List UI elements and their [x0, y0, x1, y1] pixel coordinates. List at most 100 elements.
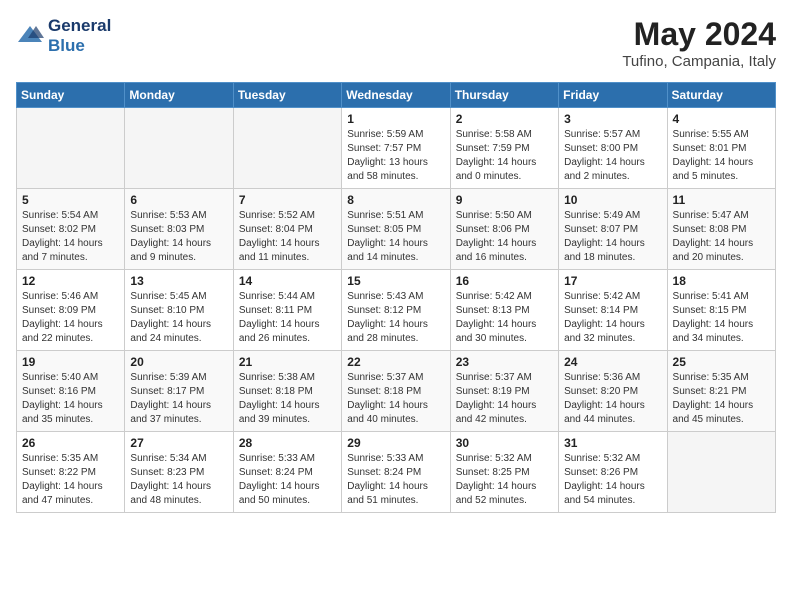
- day-number: 15: [347, 274, 444, 288]
- calendar-cell: 27 Sunrise: 5:34 AM Sunset: 8:23 PM Dayli…: [125, 432, 233, 513]
- day-info: Sunrise: 5:54 AM Sunset: 8:02 PM Dayligh…: [22, 209, 119, 265]
- day-info: Sunrise: 5:37 AM Sunset: 8:19 PM Dayligh…: [456, 371, 553, 427]
- week-row: 12Sunrise: 5:46 AM Sunset: 8:09 PM Dayli…: [17, 270, 776, 351]
- day-number: 27: [130, 436, 227, 450]
- calendar-cell: 26 Sunrise: 5:35 AM Sunset: 8:22 PM Dayli…: [17, 432, 125, 513]
- day-number: 12: [22, 274, 119, 288]
- calendar-cell: 23 Sunrise: 5:37 AM Sunset: 8:19 PM Dayli…: [450, 351, 558, 432]
- day-number: 5: [22, 193, 119, 207]
- calendar-cell: [125, 108, 233, 189]
- calendar-cell: 15 Sunrise: 5:43 AM Sunset: 8:12 PM Dayli…: [342, 270, 450, 351]
- day-number: 7: [239, 193, 336, 207]
- calendar-cell: 20 Sunrise: 5:39 AM Sunset: 8:17 PM Dayli…: [125, 351, 233, 432]
- day-info: Sunrise: 5:35 AM Sunset: 8:21 PM Dayligh…: [673, 371, 770, 427]
- day-info: Sunrise: 5:32 AM Sunset: 8:25 PM Dayligh…: [456, 452, 553, 508]
- calendar-cell: 21 Sunrise: 5:38 AM Sunset: 8:18 PM Dayli…: [233, 351, 341, 432]
- calendar-cell: 24 Sunrise: 5:36 AM Sunset: 8:20 PM Dayli…: [559, 351, 667, 432]
- calendar-cell: 18 Sunrise: 5:41 AM Sunset: 8:15 PM Dayli…: [667, 270, 775, 351]
- day-number: 4: [673, 112, 770, 126]
- day-number: 23: [456, 355, 553, 369]
- calendar-cell: 11 Sunrise: 5:47 AM Sunset: 8:08 PM Dayli…: [667, 189, 775, 270]
- calendar-cell: 16 Sunrise: 5:42 AM Sunset: 8:13 PM Dayli…: [450, 270, 558, 351]
- logo-text: General Blue: [48, 16, 111, 56]
- day-info: Sunrise: 5:51 AM Sunset: 8:05 PM Dayligh…: [347, 209, 444, 265]
- day-number: 11: [673, 193, 770, 207]
- day-info: Sunrise: 5:34 AM Sunset: 8:23 PM Dayligh…: [130, 452, 227, 508]
- calendar-cell: 31 Sunrise: 5:32 AM Sunset: 8:26 PM Dayli…: [559, 432, 667, 513]
- day-info: Sunrise: 5:49 AM Sunset: 8:07 PM Dayligh…: [564, 209, 661, 265]
- day-number: 21: [239, 355, 336, 369]
- day-number: 8: [347, 193, 444, 207]
- col-header-saturday: Saturday: [667, 83, 775, 108]
- day-info: Sunrise: 5:44 AM Sunset: 8:11 PM Dayligh…: [239, 290, 336, 346]
- day-number: 25: [673, 355, 770, 369]
- day-number: 31: [564, 436, 661, 450]
- calendar-cell: 12Sunrise: 5:46 AM Sunset: 8:09 PM Dayli…: [17, 270, 125, 351]
- day-info: Sunrise: 5:50 AM Sunset: 8:06 PM Dayligh…: [456, 209, 553, 265]
- day-number: 29: [347, 436, 444, 450]
- calendar-cell: 30 Sunrise: 5:32 AM Sunset: 8:25 PM Dayli…: [450, 432, 558, 513]
- col-header-wednesday: Wednesday: [342, 83, 450, 108]
- day-number: 17: [564, 274, 661, 288]
- calendar-cell: 29 Sunrise: 5:33 AM Sunset: 8:24 PM Dayli…: [342, 432, 450, 513]
- day-info: Sunrise: 5:47 AM Sunset: 8:08 PM Dayligh…: [673, 209, 770, 265]
- calendar-cell: 7 Sunrise: 5:52 AM Sunset: 8:04 PM Daylig…: [233, 189, 341, 270]
- col-header-friday: Friday: [559, 83, 667, 108]
- day-info: Sunrise: 5:42 AM Sunset: 8:14 PM Dayligh…: [564, 290, 661, 346]
- location: Tufino, Campania, Italy: [622, 53, 776, 70]
- day-info: Sunrise: 5:41 AM Sunset: 8:15 PM Dayligh…: [673, 290, 770, 346]
- week-row: 1 Sunrise: 5:59 AM Sunset: 7:57 PM Daylig…: [17, 108, 776, 189]
- week-row: 19 Sunrise: 5:40 AM Sunset: 8:16 PM Dayli…: [17, 351, 776, 432]
- day-number: 22: [347, 355, 444, 369]
- day-number: 14: [239, 274, 336, 288]
- col-header-tuesday: Tuesday: [233, 83, 341, 108]
- day-info: Sunrise: 5:57 AM Sunset: 8:00 PM Dayligh…: [564, 128, 661, 184]
- day-number: 2: [456, 112, 553, 126]
- day-info: Sunrise: 5:52 AM Sunset: 8:04 PM Dayligh…: [239, 209, 336, 265]
- day-info: Sunrise: 5:37 AM Sunset: 8:18 PM Dayligh…: [347, 371, 444, 427]
- month-year: May 2024: [622, 16, 776, 53]
- calendar-cell: 1 Sunrise: 5:59 AM Sunset: 7:57 PM Daylig…: [342, 108, 450, 189]
- day-number: 26: [22, 436, 119, 450]
- day-number: 6: [130, 193, 227, 207]
- day-number: 9: [456, 193, 553, 207]
- day-info: Sunrise: 5:40 AM Sunset: 8:16 PM Dayligh…: [22, 371, 119, 427]
- header-row: SundayMondayTuesdayWednesdayThursdayFrid…: [17, 83, 776, 108]
- day-info: Sunrise: 5:38 AM Sunset: 8:18 PM Dayligh…: [239, 371, 336, 427]
- day-info: Sunrise: 5:42 AM Sunset: 8:13 PM Dayligh…: [456, 290, 553, 346]
- calendar-cell: 13Sunrise: 5:45 AM Sunset: 8:10 PM Dayli…: [125, 270, 233, 351]
- day-number: 18: [673, 274, 770, 288]
- col-header-monday: Monday: [125, 83, 233, 108]
- day-number: 16: [456, 274, 553, 288]
- calendar-cell: 6Sunrise: 5:53 AM Sunset: 8:03 PM Daylig…: [125, 189, 233, 270]
- day-number: 3: [564, 112, 661, 126]
- calendar-cell: [233, 108, 341, 189]
- calendar-cell: 25 Sunrise: 5:35 AM Sunset: 8:21 PM Dayli…: [667, 351, 775, 432]
- day-number: 30: [456, 436, 553, 450]
- calendar-cell: 19 Sunrise: 5:40 AM Sunset: 8:16 PM Dayli…: [17, 351, 125, 432]
- day-number: 13: [130, 274, 227, 288]
- day-info: Sunrise: 5:33 AM Sunset: 8:24 PM Dayligh…: [239, 452, 336, 508]
- calendar-cell: 10Sunrise: 5:49 AM Sunset: 8:07 PM Dayli…: [559, 189, 667, 270]
- day-number: 19: [22, 355, 119, 369]
- col-header-sunday: Sunday: [17, 83, 125, 108]
- week-row: 5 Sunrise: 5:54 AM Sunset: 8:02 PM Daylig…: [17, 189, 776, 270]
- day-info: Sunrise: 5:59 AM Sunset: 7:57 PM Dayligh…: [347, 128, 444, 184]
- day-info: Sunrise: 5:35 AM Sunset: 8:22 PM Dayligh…: [22, 452, 119, 508]
- page-header: General Blue May 2024 Tufino, Campania, …: [16, 16, 776, 70]
- day-info: Sunrise: 5:36 AM Sunset: 8:20 PM Dayligh…: [564, 371, 661, 427]
- calendar-cell: 9 Sunrise: 5:50 AM Sunset: 8:06 PM Daylig…: [450, 189, 558, 270]
- day-info: Sunrise: 5:43 AM Sunset: 8:12 PM Dayligh…: [347, 290, 444, 346]
- logo: General Blue: [16, 16, 111, 56]
- day-number: 1: [347, 112, 444, 126]
- calendar-cell: 28Sunrise: 5:33 AM Sunset: 8:24 PM Dayli…: [233, 432, 341, 513]
- day-number: 24: [564, 355, 661, 369]
- day-info: Sunrise: 5:33 AM Sunset: 8:24 PM Dayligh…: [347, 452, 444, 508]
- day-number: 20: [130, 355, 227, 369]
- calendar-cell: 17 Sunrise: 5:42 AM Sunset: 8:14 PM Dayli…: [559, 270, 667, 351]
- title-block: May 2024 Tufino, Campania, Italy: [622, 16, 776, 70]
- calendar-cell: 8 Sunrise: 5:51 AM Sunset: 8:05 PM Daylig…: [342, 189, 450, 270]
- day-info: Sunrise: 5:39 AM Sunset: 8:17 PM Dayligh…: [130, 371, 227, 427]
- calendar-cell: 3 Sunrise: 5:57 AM Sunset: 8:00 PM Daylig…: [559, 108, 667, 189]
- day-info: Sunrise: 5:32 AM Sunset: 8:26 PM Dayligh…: [564, 452, 661, 508]
